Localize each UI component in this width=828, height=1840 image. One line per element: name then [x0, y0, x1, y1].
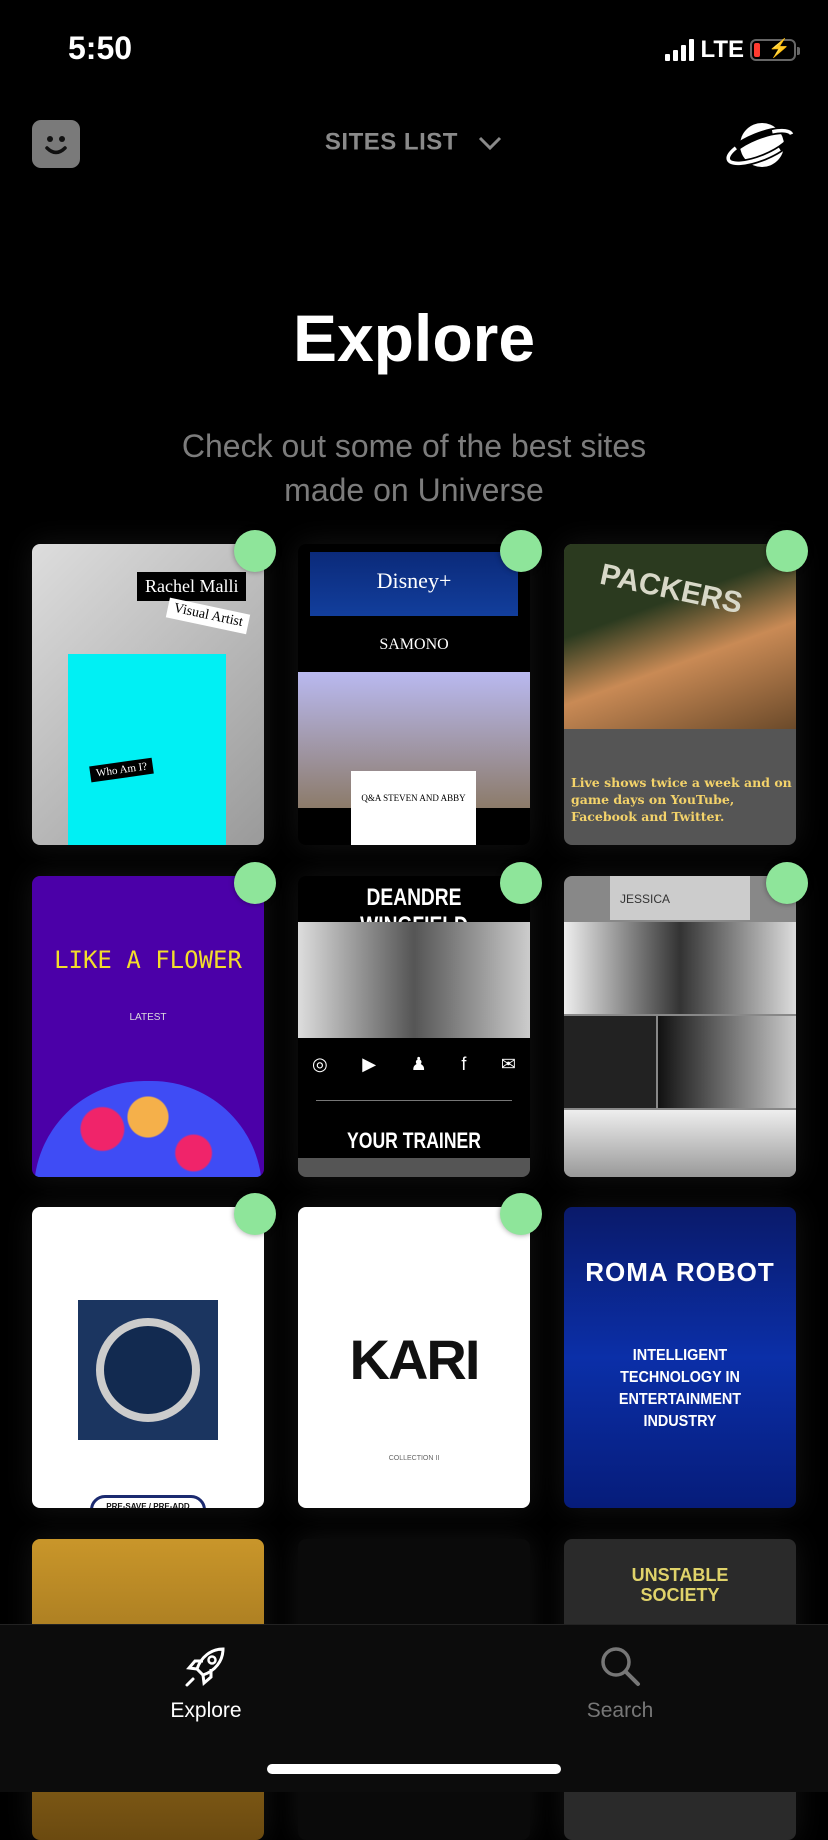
status-time: 5:50 — [68, 30, 133, 66]
battery-icon: ⚡ — [750, 38, 800, 61]
site-card-roma-robot[interactable]: ROMA ROBOT INTELLIGENT TECHNOLOGY IN ENT… — [564, 1207, 796, 1508]
site-card-samono[interactable]: Disney+ SAMONO Q&A STEVEN AND ABBY — [298, 544, 530, 845]
site-name: JESSICA — [610, 876, 750, 920]
tab-explore-label: Explore — [170, 1699, 242, 1722]
site-tagline: Q&A STEVEN AND ABBY — [351, 771, 476, 845]
site-extra: Disney+ — [310, 552, 518, 616]
status-indicators: LTE ⚡ — [665, 36, 800, 64]
site-tagline: YOUR TRAINER — [347, 1128, 481, 1153]
site-card-rachel-malli[interactable]: Rachel Malli Visual Artist Who Am I? — [32, 544, 264, 845]
site-name: LIKE A FLOWER — [54, 946, 242, 974]
tab-explore[interactable]: Explore — [106, 1643, 306, 1723]
facebook-icon[interactable]: f — [461, 1054, 466, 1075]
planet-icon[interactable] — [724, 118, 796, 172]
home-indicator[interactable] — [267, 1764, 561, 1774]
site-card-deandre-wingfield[interactable]: DEANDRE WINGFIELD ◎▶♟f✉ YOUR TRAINER — [298, 876, 530, 1177]
site-name: SAMONO — [379, 636, 449, 653]
snapchat-icon[interactable]: ♟ — [411, 1054, 427, 1075]
site-card-kari[interactable]: KARI COLLECTION II — [298, 1207, 530, 1508]
site-tagline: Visual Artist — [165, 597, 251, 635]
rocket-icon — [185, 1647, 225, 1687]
site-tagline: LATEST — [129, 1012, 167, 1023]
tab-search[interactable]: Search — [520, 1643, 720, 1723]
chevron-down-icon — [479, 136, 502, 150]
social-icons: ◎ ▶ ♟ f ✉ — [312, 1054, 516, 1075]
site-name: KARI — [349, 1328, 481, 1391]
sites-list-label: SITES LIST — [324, 128, 458, 156]
page-subtitle: Check out some of the best sites made on… — [181, 428, 647, 508]
site-name: ROMA ROBOT — [585, 1257, 775, 1287]
site-tagline: INTELLIGENT TECHNOLOGY IN ENTERTAINMENT … — [618, 1347, 742, 1430]
site-tagline: Live shows twice a week and on game days… — [571, 775, 792, 824]
site-card-watch[interactable]: PRE-SAVE / PRE-ADD — [32, 1207, 264, 1508]
site-card-like-a-flower[interactable]: LIKE A FLOWER LATEST — [32, 876, 264, 1177]
youtube-icon[interactable]: ▶ — [362, 1054, 376, 1075]
featured-dot — [234, 1193, 276, 1235]
featured-dot — [766, 862, 808, 904]
page-title: Explore — [292, 301, 536, 375]
featured-dot — [766, 530, 808, 572]
tab-search-label: Search — [586, 1699, 654, 1722]
sites-list-dropdown[interactable]: SITES LIST — [0, 128, 828, 157]
instagram-icon[interactable]: ◎ — [312, 1054, 328, 1075]
site-card-packers[interactable]: Packers Live shows twice a week and on g… — [564, 544, 796, 845]
site-name: Rachel Malli — [137, 572, 247, 601]
search-icon — [601, 1647, 640, 1686]
featured-dot — [500, 530, 542, 572]
site-name: UNSTABLE SOCIETY — [631, 1565, 729, 1605]
featured-dot — [500, 1193, 542, 1235]
site-tagline: COLLECTION II — [388, 1455, 440, 1462]
site-card-jessica[interactable]: JESSICA — [564, 876, 796, 1177]
featured-dot — [500, 862, 542, 904]
network-type: LTE — [700, 36, 744, 63]
mail-icon[interactable]: ✉ — [501, 1054, 516, 1075]
signal-icon — [665, 39, 695, 61]
featured-dot — [234, 862, 276, 904]
pre-save-button[interactable]: PRE-SAVE / PRE-ADD — [90, 1495, 206, 1508]
featured-dot — [234, 530, 276, 572]
